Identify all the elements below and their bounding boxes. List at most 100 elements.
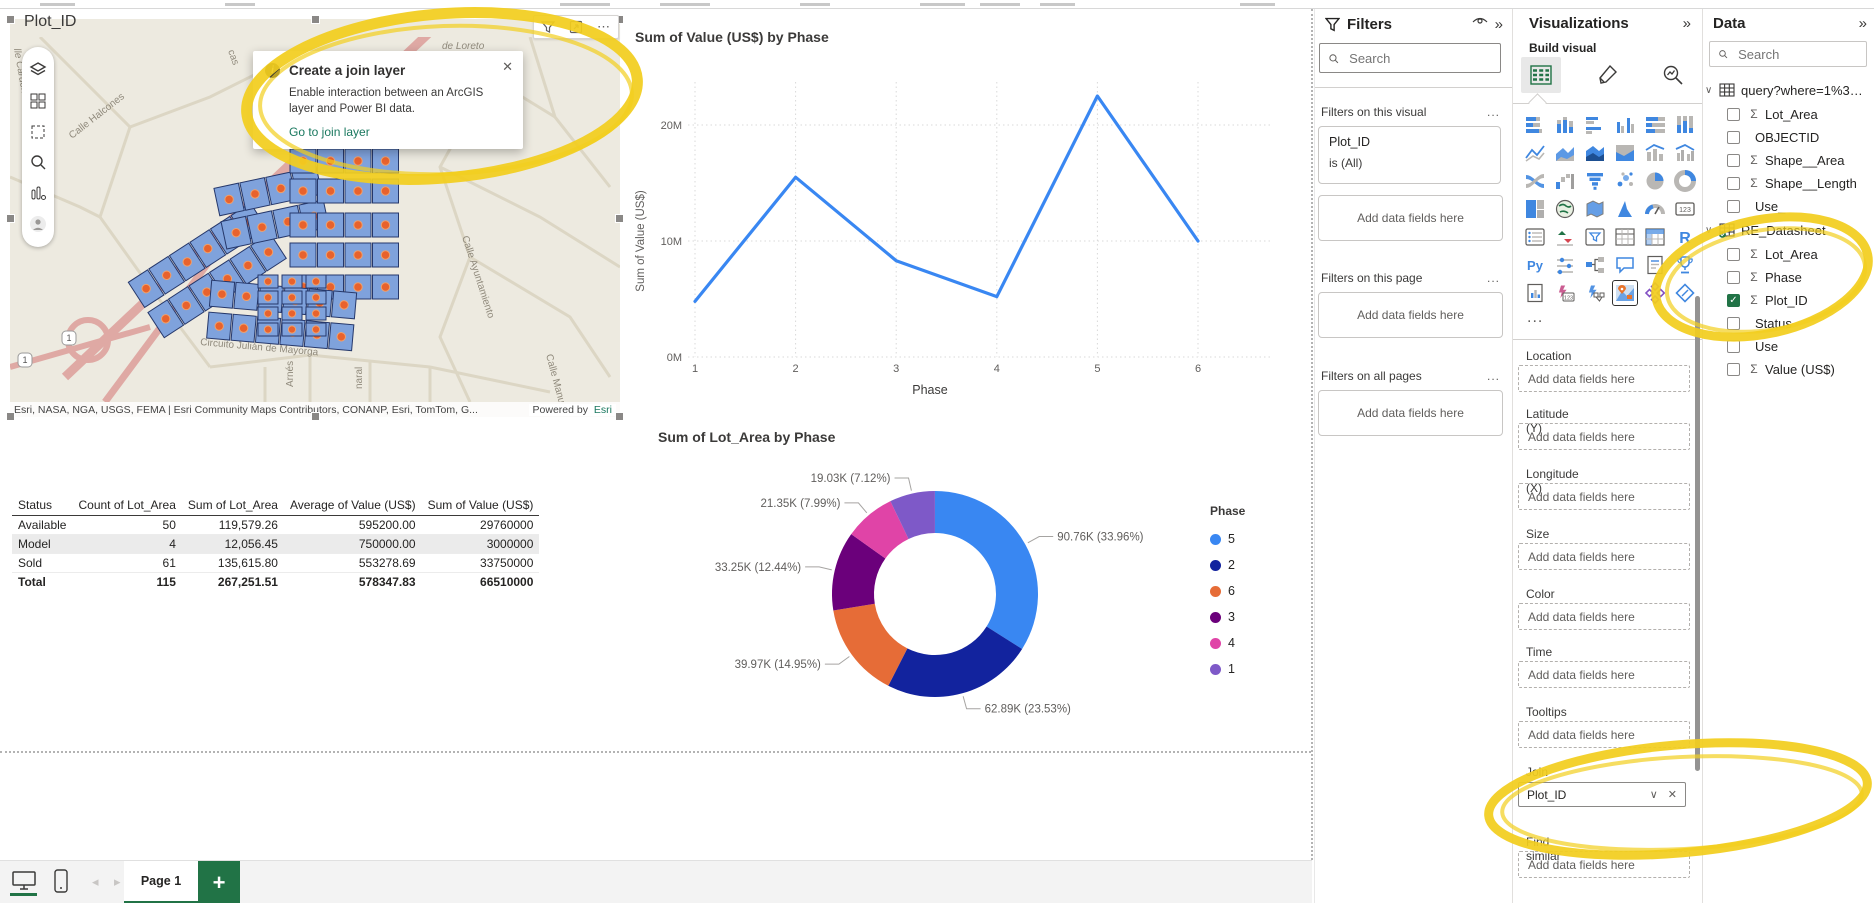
build-visual-tab[interactable]: [1521, 57, 1561, 93]
key-influencers-icon[interactable]: [1553, 253, 1577, 277]
line-and-stacked-column-chart-icon[interactable]: [1643, 141, 1667, 165]
field-row-lot-area[interactable]: Σ Lot_Area: [1727, 243, 1874, 265]
field-row-status[interactable]: Status: [1727, 312, 1874, 334]
filter-card-plot-id[interactable]: Plot_ID is (All): [1318, 126, 1501, 184]
stacked-bar-chart-icon[interactable]: [1523, 113, 1547, 137]
arcgis-map-visual[interactable]: Plot_ID 1 1 Calle Halcones de Loreto Cal…: [6, 13, 624, 421]
field-row-use[interactable]: Use: [1727, 335, 1874, 357]
add-data-fields-well[interactable]: Add data fields here: [1518, 603, 1690, 630]
field-row-objectid[interactable]: OBJECTID: [1727, 126, 1874, 148]
filled-map-icon[interactable]: [1583, 197, 1607, 221]
add-data-fields-well[interactable]: Add data fields here: [1518, 423, 1690, 450]
search-icon[interactable]: [29, 153, 47, 171]
kpi-icon[interactable]: [1553, 225, 1577, 249]
data-search[interactable]: [1709, 41, 1867, 67]
legend-item[interactable]: 3: [1210, 604, 1245, 630]
data-table-query-where-1-3D1-[interactable]: ∨> query?where=1%3D1...: [1705, 79, 1874, 101]
add-filter-field-all-pages[interactable]: Add data fields here: [1318, 390, 1503, 436]
multi-row-card-icon[interactable]: [1523, 225, 1547, 249]
legend-item[interactable]: 4: [1210, 630, 1245, 656]
add-data-fields-well[interactable]: Add data fields here: [1518, 483, 1690, 510]
add-data-fields-well[interactable]: Add data fields here: [1518, 721, 1690, 748]
scrollbar[interactable]: [1695, 296, 1700, 771]
field-row-value-us-[interactable]: Σ Value (US$): [1727, 358, 1874, 380]
waterfall-chart-icon[interactable]: [1553, 169, 1577, 193]
add-data-fields-well[interactable]: Add data fields here: [1518, 851, 1690, 878]
arcgis-map-icon[interactable]: [1612, 280, 1638, 306]
r-script-visual-icon[interactable]: R: [1673, 225, 1697, 249]
python-visual-icon[interactable]: Py: [1523, 253, 1547, 277]
checkbox[interactable]: [1727, 362, 1740, 376]
more-options-icon[interactable]: ⋯: [597, 19, 611, 35]
checkbox-checked[interactable]: ✓: [1727, 293, 1740, 307]
table-row[interactable]: Model 4 12,056.45 750000.00 3000000: [12, 534, 540, 554]
chevron-down-icon[interactable]: ∨: [1650, 788, 1658, 801]
scatter-chart-icon[interactable]: [1613, 169, 1637, 193]
legend-item[interactable]: 5: [1210, 526, 1245, 552]
metrics-icon[interactable]: [1673, 253, 1697, 277]
checkbox[interactable]: [1727, 316, 1740, 330]
checkbox[interactable]: [1727, 107, 1740, 121]
section-more-icon[interactable]: ...: [1487, 369, 1500, 383]
pie-chart-icon[interactable]: [1643, 169, 1667, 193]
field-row-use-[interactable]: Use_: [1727, 195, 1874, 217]
table-visual[interactable]: Status Count of Lot_Area Sum of Lot_Area Av…: [12, 495, 540, 591]
table-header[interactable]: Sum of Value (US$): [421, 495, 540, 516]
custom-visual-icon[interactable]: [1673, 281, 1697, 305]
section-more-icon[interactable]: ...: [1487, 105, 1500, 119]
power-automate-visual-icon[interactable]: [1583, 281, 1607, 305]
slicer-icon[interactable]: [1583, 225, 1607, 249]
checkbox[interactable]: [1727, 130, 1740, 144]
table-row[interactable]: Available 50 119,579.26 595200.00 29760000: [12, 515, 540, 535]
hundred-stacked-bar-chart-icon[interactable]: [1643, 113, 1667, 137]
chevron-expanded-icon[interactable]: ∨: [1705, 85, 1719, 96]
new-page-button[interactable]: +: [198, 861, 240, 903]
chevron-expanded-icon[interactable]: ∨: [1705, 225, 1719, 236]
q-and-a-icon[interactable]: [1613, 253, 1637, 277]
account-icon[interactable]: [29, 215, 47, 233]
field-row-phase[interactable]: Σ Phase: [1727, 266, 1874, 288]
legend-item[interactable]: 1: [1210, 656, 1245, 682]
mobile-view-icon[interactable]: [54, 869, 68, 893]
analytics-tab[interactable]: [1653, 57, 1693, 93]
table-header[interactable]: Sum of Lot_Area: [181, 495, 284, 516]
go-to-join-layer-link[interactable]: Go to join layer: [289, 125, 511, 139]
resize-handle[interactable]: [6, 214, 15, 223]
collapse-pane-icon[interactable]: »: [1495, 16, 1503, 33]
data-table-RE-Datasheet[interactable]: ∨ RE_Datasheet: [1705, 219, 1874, 241]
report-canvas[interactable]: Plot_ID 1 1 Calle Halcones de Loreto Cal…: [0, 9, 1312, 860]
esri-link[interactable]: Esri: [594, 404, 612, 416]
stacked-area-chart-icon[interactable]: [1583, 141, 1607, 165]
treemap-icon[interactable]: [1523, 197, 1547, 221]
add-data-fields-well[interactable]: Add data fields here: [1518, 543, 1690, 570]
table-row[interactable]: Sold 61 135,615.80 553278.69 33750000: [12, 553, 540, 573]
collapse-pane-icon[interactable]: »: [1859, 15, 1867, 32]
next-page-icon[interactable]: ▸: [114, 874, 121, 890]
clear-icon[interactable]: ✕: [1668, 788, 1677, 801]
collapse-pane-icon[interactable]: »: [1683, 15, 1691, 32]
resize-handle[interactable]: [615, 214, 624, 223]
resize-handle[interactable]: [6, 15, 15, 24]
stacked-column-chart-icon[interactable]: [1553, 113, 1577, 137]
add-filter-field-page[interactable]: Add data fields here: [1318, 292, 1503, 338]
infographics-icon[interactable]: [29, 184, 47, 202]
line-chart-icon[interactable]: [1523, 141, 1547, 165]
hundred-stacked-area-chart-icon[interactable]: [1613, 141, 1637, 165]
area-chart-icon[interactable]: [1553, 141, 1577, 165]
resize-handle[interactable]: [311, 15, 320, 24]
table-icon[interactable]: [1613, 225, 1637, 249]
smart-narrative-icon[interactable]: [1643, 253, 1667, 277]
legend-item[interactable]: 6: [1210, 578, 1245, 604]
basemap-icon[interactable]: [29, 92, 47, 110]
add-data-fields-well[interactable]: Add data fields here: [1518, 661, 1690, 688]
add-filter-field-visual[interactable]: Add data fields here: [1318, 195, 1503, 241]
checkbox[interactable]: [1727, 270, 1740, 284]
add-data-fields-well[interactable]: Add data fields here: [1518, 365, 1690, 392]
data-search-input[interactable]: [1736, 45, 1858, 63]
resize-handle[interactable]: [615, 412, 624, 421]
donut-chart-visual[interactable]: Sum of Lot_Area by Phase 90.76K (33.96%)…: [640, 424, 1312, 744]
previous-page-icon[interactable]: ◂: [92, 874, 99, 890]
desktop-view-icon[interactable]: [12, 871, 36, 890]
funnel-chart-icon[interactable]: [1583, 169, 1607, 193]
azure-map-icon[interactable]: [1613, 197, 1637, 221]
